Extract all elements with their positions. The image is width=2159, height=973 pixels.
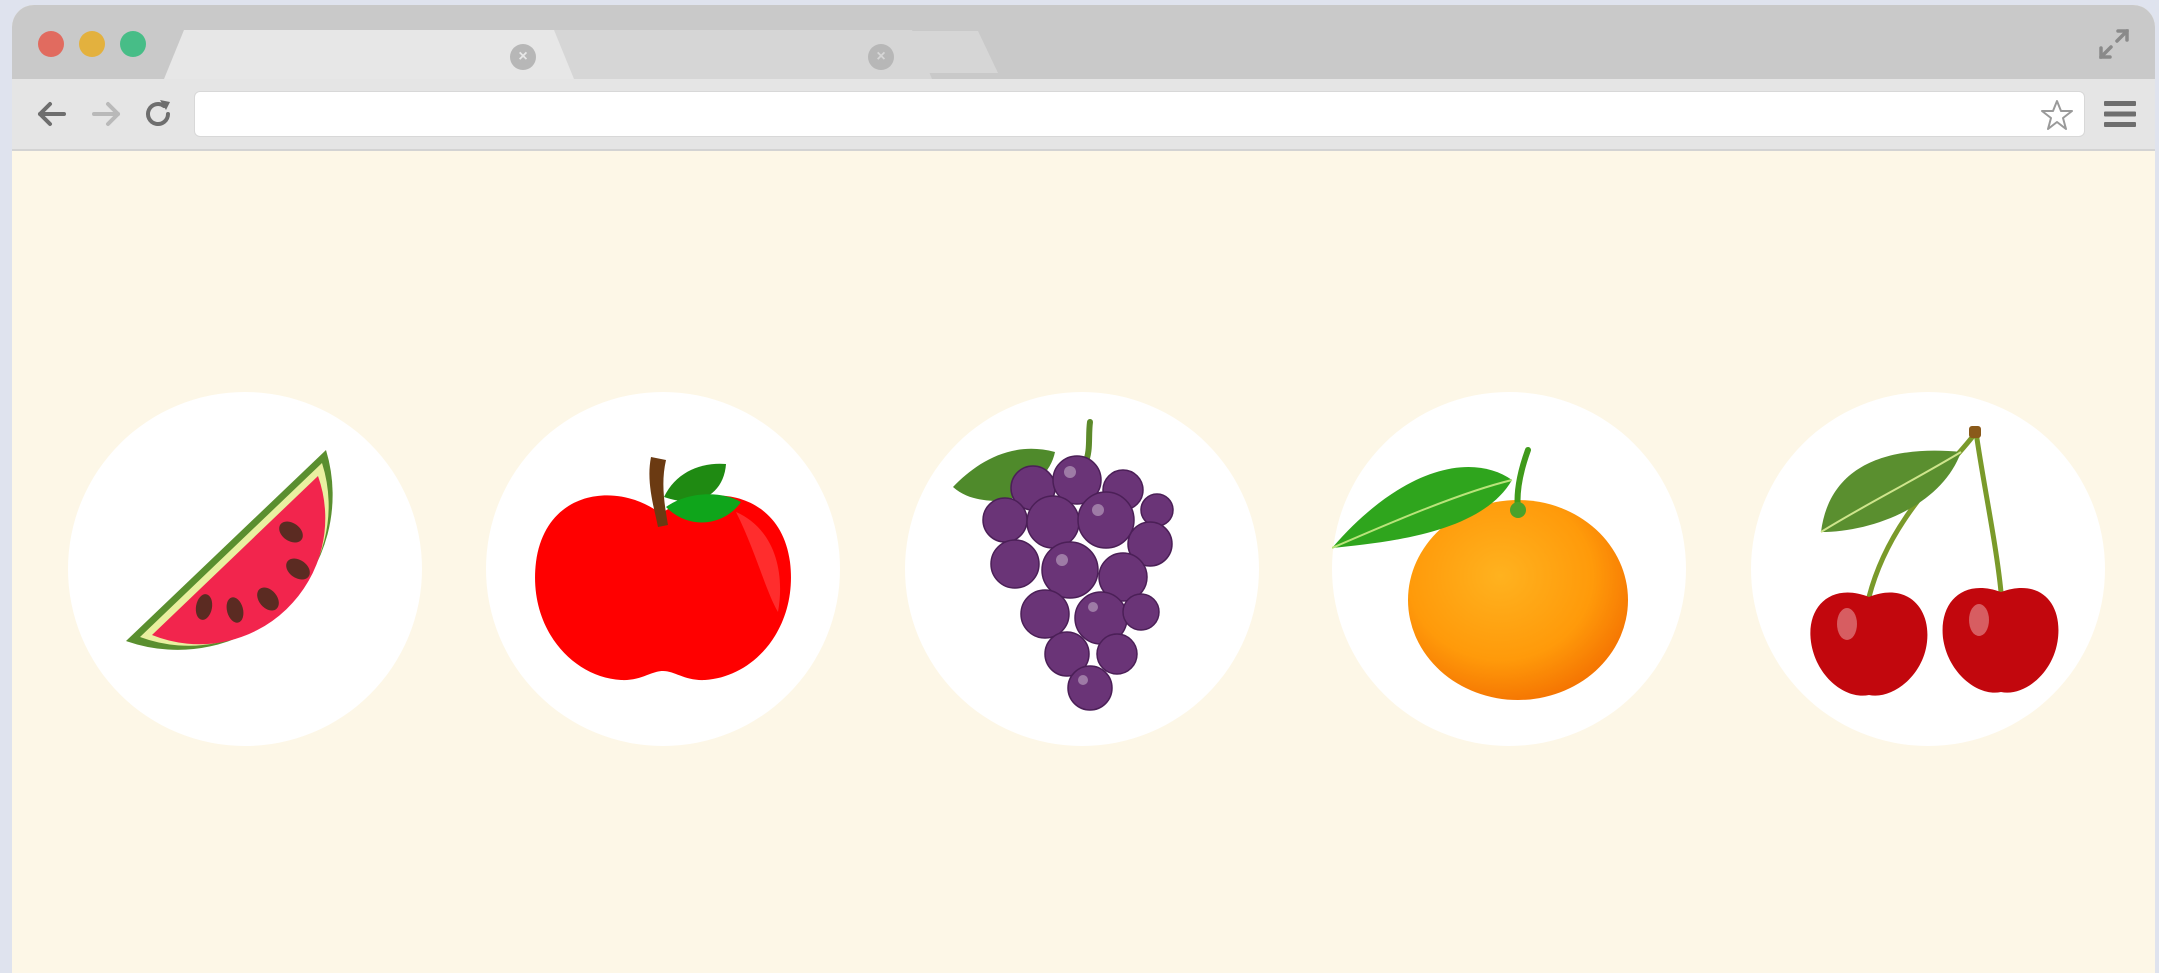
- bookmark-star-icon[interactable]: [2040, 98, 2074, 132]
- cherries-icon: [1810, 426, 2059, 696]
- watermelon-icon: [126, 450, 333, 650]
- browser-window: × ×: [12, 5, 2155, 973]
- orange-icon: [1332, 447, 1628, 700]
- fruit-card-grapes[interactable]: [905, 392, 1259, 746]
- address-bar[interactable]: [194, 91, 2085, 138]
- hamburger-menu-icon[interactable]: [2101, 95, 2139, 133]
- fruit-card-watermelon[interactable]: [68, 392, 422, 746]
- fruit-card-orange[interactable]: [1332, 392, 1686, 746]
- apple-icon: [535, 457, 791, 681]
- close-window-button[interactable]: [38, 31, 64, 57]
- minimize-window-button[interactable]: [79, 31, 105, 57]
- browser-toolbar: [12, 79, 2155, 151]
- maximize-window-button[interactable]: [120, 31, 146, 57]
- fullscreen-icon[interactable]: [2097, 27, 2131, 61]
- page-content: [12, 151, 2155, 973]
- title-bar: × ×: [12, 5, 2155, 79]
- tab-1[interactable]: ×: [164, 30, 574, 79]
- tab-close-icon[interactable]: ×: [868, 44, 894, 70]
- grapes-icon: [953, 419, 1174, 711]
- tab-close-icon[interactable]: ×: [510, 44, 536, 70]
- tab-2[interactable]: ×: [532, 30, 932, 79]
- fruit-card-apple[interactable]: [486, 392, 840, 746]
- reload-icon[interactable]: [140, 96, 176, 132]
- fruit-card-cherries[interactable]: [1751, 392, 2105, 746]
- back-arrow-icon[interactable]: [34, 96, 70, 132]
- forward-arrow-icon[interactable]: [88, 96, 124, 132]
- url-input[interactable]: [209, 92, 2013, 138]
